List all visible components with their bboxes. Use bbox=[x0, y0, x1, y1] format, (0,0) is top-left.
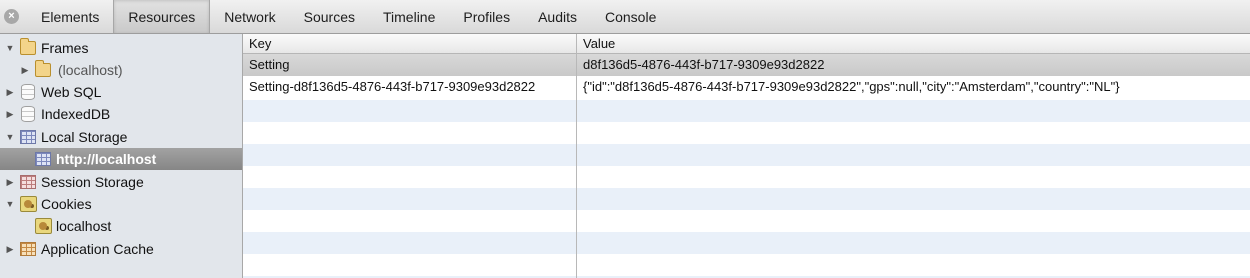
row-value[interactable]: d8f136d5-4876-443f-b717-9309e93d2822 bbox=[577, 54, 1250, 76]
panel-tabs: Elements Resources Network Sources Timel… bbox=[27, 0, 670, 34]
database-icon bbox=[21, 106, 35, 122]
cookie-icon bbox=[20, 196, 37, 212]
sidebar-item-session-storage[interactable]: ▶ Session Storage bbox=[0, 171, 242, 193]
sidebar-item-web-sql[interactable]: ▶ Web SQL bbox=[0, 81, 242, 103]
table-row[interactable]: Setting-d8f136d5-4876-443f-b717-9309e93d… bbox=[243, 76, 1250, 98]
sidebar-item-label: Web SQL bbox=[41, 84, 102, 100]
column-header-value[interactable]: Value bbox=[577, 34, 1250, 53]
sidebar-item-localhost-frame[interactable]: ▶ (localhost) bbox=[0, 59, 242, 81]
sidebar-item-local-storage-localhost[interactable]: http://localhost bbox=[0, 148, 242, 170]
sidebar-item-application-cache[interactable]: ▶ Application Cache bbox=[0, 238, 242, 260]
sidebar-item-label: Local Storage bbox=[41, 129, 128, 145]
tab-resources[interactable]: Resources bbox=[113, 0, 211, 33]
tab-console[interactable]: Console bbox=[591, 0, 670, 33]
storage-grid-icon bbox=[35, 152, 51, 166]
column-divider[interactable] bbox=[576, 34, 577, 278]
sidebar-item-label: IndexedDB bbox=[41, 106, 111, 122]
database-icon bbox=[21, 84, 35, 100]
session-grid-icon bbox=[20, 175, 36, 189]
folder-icon bbox=[35, 60, 51, 77]
cookie-icon bbox=[35, 218, 52, 234]
sidebar-item-label: Frames bbox=[41, 40, 89, 56]
sidebar-item-cookies-localhost[interactable]: localhost bbox=[0, 215, 242, 237]
sidebar-item-label: (localhost) bbox=[58, 62, 123, 78]
sidebar-item-indexeddb[interactable]: ▶ IndexedDB bbox=[0, 103, 242, 125]
sidebar-item-label: Application Cache bbox=[41, 241, 154, 257]
disclosure-expanded-icon[interactable]: ▼ bbox=[5, 193, 15, 215]
sidebar-item-cookies[interactable]: ▼ Cookies bbox=[0, 193, 242, 215]
storage-grid-icon bbox=[20, 130, 36, 144]
row-key[interactable]: Setting-d8f136d5-4876-443f-b717-9309e93d… bbox=[243, 76, 576, 98]
tab-timeline[interactable]: Timeline bbox=[369, 0, 449, 33]
tab-audits[interactable]: Audits bbox=[524, 0, 591, 33]
tab-network[interactable]: Network bbox=[210, 0, 289, 33]
sidebar-item-local-storage[interactable]: ▼ Local Storage bbox=[0, 126, 242, 148]
sidebar-item-label: http://localhost bbox=[56, 151, 157, 167]
sidebar-item-label: Cookies bbox=[41, 196, 92, 212]
disclosure-expanded-icon[interactable]: ▼ bbox=[5, 126, 15, 148]
devtools-window: × Elements Resources Network Sources Tim… bbox=[0, 0, 1250, 278]
devtools-toolbar: × Elements Resources Network Sources Tim… bbox=[0, 0, 1250, 34]
tab-elements[interactable]: Elements bbox=[27, 0, 113, 33]
tab-sources[interactable]: Sources bbox=[290, 0, 369, 33]
disclosure-collapsed-icon[interactable]: ▶ bbox=[5, 171, 15, 193]
close-icon[interactable]: × bbox=[4, 9, 19, 24]
tab-profiles[interactable]: Profiles bbox=[449, 0, 524, 33]
resources-sidebar: ▼ Frames ▶ (localhost) ▶ Web SQL ▶ Index… bbox=[0, 34, 243, 278]
disclosure-collapsed-icon[interactable]: ▶ bbox=[5, 81, 15, 103]
sidebar-item-label: localhost bbox=[56, 218, 112, 234]
row-key[interactable]: Setting bbox=[243, 54, 576, 76]
cache-grid-icon bbox=[20, 242, 36, 256]
disclosure-expanded-icon[interactable]: ▼ bbox=[5, 37, 15, 59]
folder-icon bbox=[20, 38, 36, 55]
table-header: Key Value bbox=[243, 34, 1250, 54]
disclosure-collapsed-icon[interactable]: ▶ bbox=[5, 238, 15, 260]
sidebar-item-label: Session Storage bbox=[41, 174, 144, 190]
table-row[interactable]: Setting d8f136d5-4876-443f-b717-9309e93d… bbox=[243, 54, 1250, 76]
disclosure-collapsed-icon[interactable]: ▶ bbox=[20, 59, 30, 81]
storage-table: Key Value Setting d8f136d5-4876-443f-b71… bbox=[243, 34, 1250, 278]
row-value[interactable]: {"id":"d8f136d5-4876-443f-b717-9309e93d2… bbox=[577, 76, 1250, 98]
sidebar-item-frames[interactable]: ▼ Frames bbox=[0, 37, 242, 59]
disclosure-collapsed-icon[interactable]: ▶ bbox=[5, 103, 15, 125]
column-header-key[interactable]: Key bbox=[243, 34, 576, 53]
